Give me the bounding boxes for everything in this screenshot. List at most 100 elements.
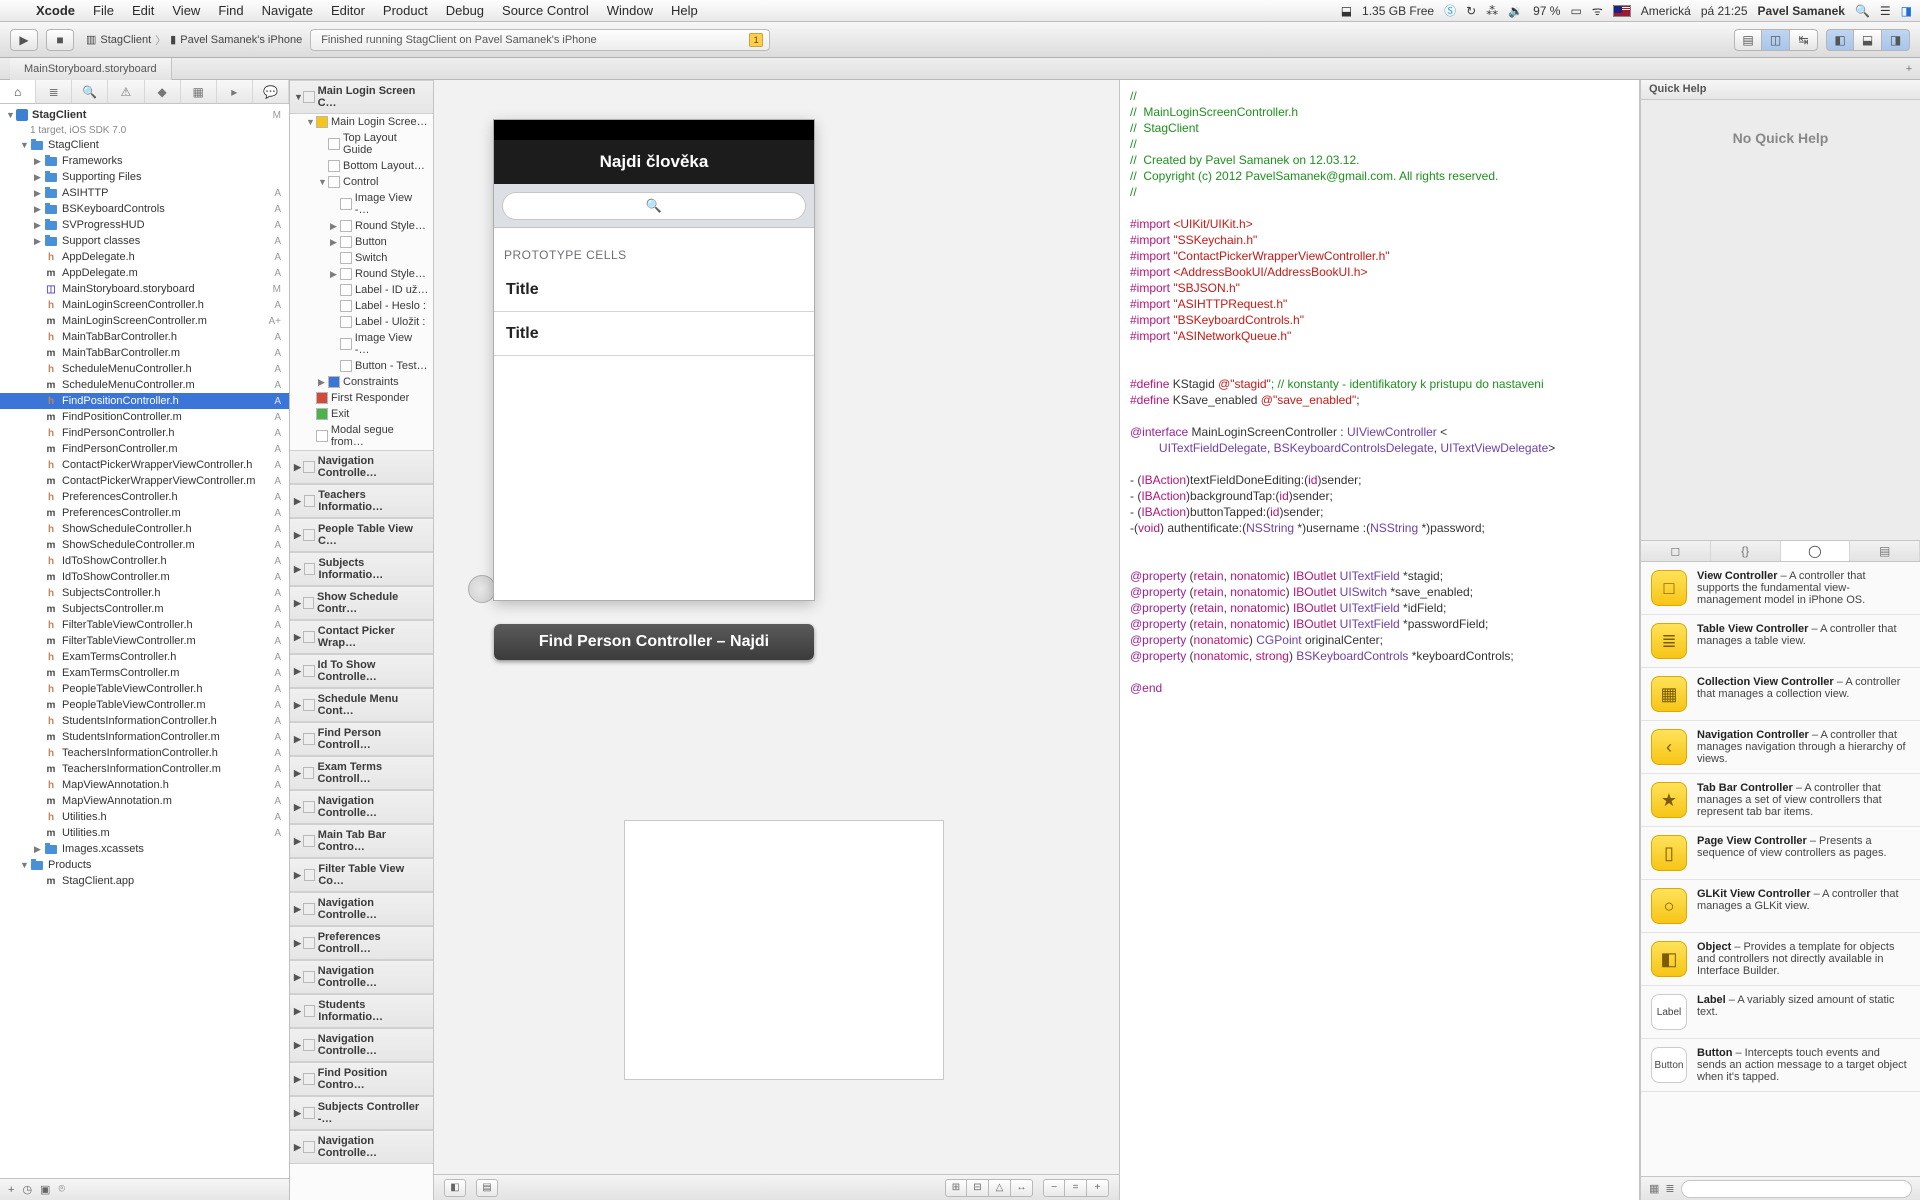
outline-scene[interactable]: ▶Subjects Informatio… <box>290 552 433 586</box>
menu-help[interactable]: Help <box>662 3 707 18</box>
menu-product[interactable]: Product <box>374 3 437 18</box>
log-navigator-tab[interactable]: 💬 <box>253 80 289 103</box>
menu-view[interactable]: View <box>163 3 209 18</box>
zoom-actual-button[interactable]: = <box>1065 1179 1087 1197</box>
file-row[interactable]: ▶Frameworks <box>0 153 289 169</box>
find-navigator-tab[interactable]: 🔍 <box>72 80 108 103</box>
file-row[interactable]: hSubjectsController.hA <box>0 585 289 601</box>
file-row[interactable]: mExamTermsController.mA <box>0 665 289 681</box>
grid-view-icon[interactable]: ▦ <box>1649 1182 1659 1195</box>
file-row[interactable]: hShowScheduleController.hA <box>0 521 289 537</box>
outline-item[interactable]: ▼Control <box>290 174 433 190</box>
add-file-button[interactable]: + <box>8 1184 14 1196</box>
outline-item[interactable]: Image View -… <box>290 330 433 358</box>
library-item[interactable]: ≣Table View Controller – A controller th… <box>1641 615 1920 668</box>
file-row[interactable]: mPreferencesController.mA <box>0 505 289 521</box>
outline-scene[interactable]: ▶Id To Show Controlle… <box>290 654 433 688</box>
file-row[interactable]: hMainTabBarController.hA <box>0 329 289 345</box>
library-item[interactable]: □View Controller – A controller that sup… <box>1641 562 1920 615</box>
outline-item[interactable]: ▶Round Style… <box>290 266 433 282</box>
breakpoint-navigator-tab[interactable]: ▸ <box>217 80 253 103</box>
file-row[interactable]: ▶Support classesA <box>0 233 289 249</box>
file-row[interactable]: hMapViewAnnotation.hA <box>0 777 289 793</box>
outline-item[interactable]: Exit <box>290 406 433 422</box>
warning-badge[interactable]: 1 <box>749 33 763 47</box>
media-library-tab[interactable]: ▤ <box>1850 541 1920 561</box>
input-label[interactable]: Americká <box>1641 4 1691 18</box>
library-item[interactable]: ▯Page View Controller – Presents a seque… <box>1641 827 1920 880</box>
outline-item[interactable]: Image View -… <box>290 190 433 218</box>
segue-connector[interactable] <box>468 575 496 603</box>
outline-scene[interactable]: ▶Preferences Controll… <box>290 926 433 960</box>
test-navigator-tab[interactable]: ◆ <box>145 80 181 103</box>
skype-icon[interactable]: Ⓢ <box>1444 2 1456 19</box>
app-menu[interactable]: Xcode <box>27 3 84 18</box>
file-row[interactable]: mStudentsInformationController.mA <box>0 729 289 745</box>
file-row[interactable]: hContactPickerWrapperViewController.hA <box>0 457 289 473</box>
file-row[interactable]: ▶ASIHTTPA <box>0 185 289 201</box>
issue-navigator-tab[interactable]: ⚠ <box>108 80 144 103</box>
menu-editor[interactable]: Editor <box>322 3 374 18</box>
menu-navigate[interactable]: Navigate <box>253 3 322 18</box>
filter-scm-icon[interactable]: ▣ <box>40 1183 50 1196</box>
file-row[interactable]: mShowScheduleController.mA <box>0 537 289 553</box>
file-row[interactable]: mIdToShowController.mA <box>0 569 289 585</box>
zoom-out-button[interactable]: − <box>1043 1179 1065 1197</box>
object-library[interactable]: □View Controller – A controller that sup… <box>1641 562 1920 1176</box>
outline-scene[interactable]: ▶People Table View C… <box>290 518 433 552</box>
file-row[interactable]: ▶SVProgressHUDA <box>0 217 289 233</box>
project-root[interactable]: ▼ StagClient M <box>0 106 289 124</box>
outline-item[interactable]: ▶Constraints <box>290 374 433 390</box>
notification-center-icon[interactable]: ☰ <box>1880 4 1891 18</box>
library-item[interactable]: ◧Object – Provides a template for object… <box>1641 933 1920 986</box>
list-view-icon[interactable]: ≣ <box>1665 1182 1674 1195</box>
project-navigator-tab[interactable]: ⌂ <box>0 80 36 103</box>
table-cell-prototype[interactable]: Title <box>494 312 814 356</box>
file-row[interactable]: mContactPickerWrapperViewController.mA <box>0 473 289 489</box>
activity-viewer[interactable]: Finished running StagClient on Pavel Sam… <box>310 29 770 51</box>
outline-scene[interactable]: ▼Main Login Screen C… <box>290 80 433 114</box>
scheme-selector[interactable]: ▥ StagClient 〉 ▮ Pavel Samanek's iPhone <box>86 32 302 48</box>
outline-scene[interactable]: ▶Navigation Controlle… <box>290 892 433 926</box>
version-editor-button[interactable]: ↹ <box>1790 29 1818 51</box>
file-row[interactable]: mStagClient.app <box>0 873 289 889</box>
file-templates-tab[interactable]: ◻ <box>1641 541 1711 561</box>
debug-navigator-tab[interactable]: ▦ <box>181 80 217 103</box>
outline-toggle-button[interactable]: ◧ <box>444 1179 466 1197</box>
file-row[interactable]: hScheduleMenuController.hA <box>0 361 289 377</box>
volume-icon[interactable]: 🔉 <box>1508 4 1523 18</box>
file-row[interactable]: hUtilities.hA <box>0 809 289 825</box>
menu-edit[interactable]: Edit <box>123 3 163 18</box>
file-row[interactable]: mSubjectsController.mA <box>0 601 289 617</box>
file-row[interactable]: mAppDelegate.mA <box>0 265 289 281</box>
file-row[interactable]: ▶BSKeyboardControlsA <box>0 201 289 217</box>
scene-title-bar[interactable]: Find Person Controller – Najdi <box>494 624 814 660</box>
outline-item[interactable]: Label - ID už… <box>290 282 433 298</box>
align-button[interactable]: ⊞ <box>945 1179 967 1197</box>
aux-icon[interactable]: ⁂ <box>1486 4 1498 18</box>
file-row[interactable]: ◫MainStoryboard.storyboardM <box>0 281 289 297</box>
memory-free-icon[interactable]: ⬓ <box>1341 4 1352 18</box>
file-row[interactable]: ▼StagClient <box>0 137 289 153</box>
assistant-editor[interactable]: // // MainLoginScreenController.h // Sta… <box>1120 80 1640 1200</box>
outline-scene[interactable]: ▶Navigation Controlle… <box>290 790 433 824</box>
assistant-editor-button[interactable]: ◫ <box>1762 29 1790 51</box>
project-tree[interactable]: ▼ StagClient M 1 target, iOS SDK 7.0 ▼St… <box>0 104 289 1178</box>
input-flag-icon[interactable] <box>1613 5 1631 17</box>
outline-scene[interactable]: ▶Schedule Menu Cont… <box>290 688 433 722</box>
toggle-navigator-button[interactable]: ◧ <box>1826 29 1854 51</box>
doc-outline-icon[interactable]: ▤ <box>476 1179 498 1197</box>
table-cell-prototype[interactable]: Title <box>494 268 814 312</box>
battery-icon[interactable]: ▭ <box>1570 4 1581 18</box>
menu-find[interactable]: Find <box>209 3 252 18</box>
menu-scm[interactable]: Source Control <box>493 3 598 18</box>
resolve-issues-button[interactable]: △ <box>989 1179 1011 1197</box>
library-item[interactable]: ButtonButton – Intercepts touch events a… <box>1641 1039 1920 1092</box>
pin-button[interactable]: ⊟ <box>967 1179 989 1197</box>
file-row[interactable]: ▶Supporting Files <box>0 169 289 185</box>
file-row[interactable]: hExamTermsController.hA <box>0 649 289 665</box>
outline-item[interactable]: Modal segue from… <box>290 422 433 450</box>
outline-item[interactable]: Top Layout Guide <box>290 130 433 158</box>
library-item[interactable]: ▦Collection View Controller – A controll… <box>1641 668 1920 721</box>
outline-item[interactable]: First Responder <box>290 390 433 406</box>
